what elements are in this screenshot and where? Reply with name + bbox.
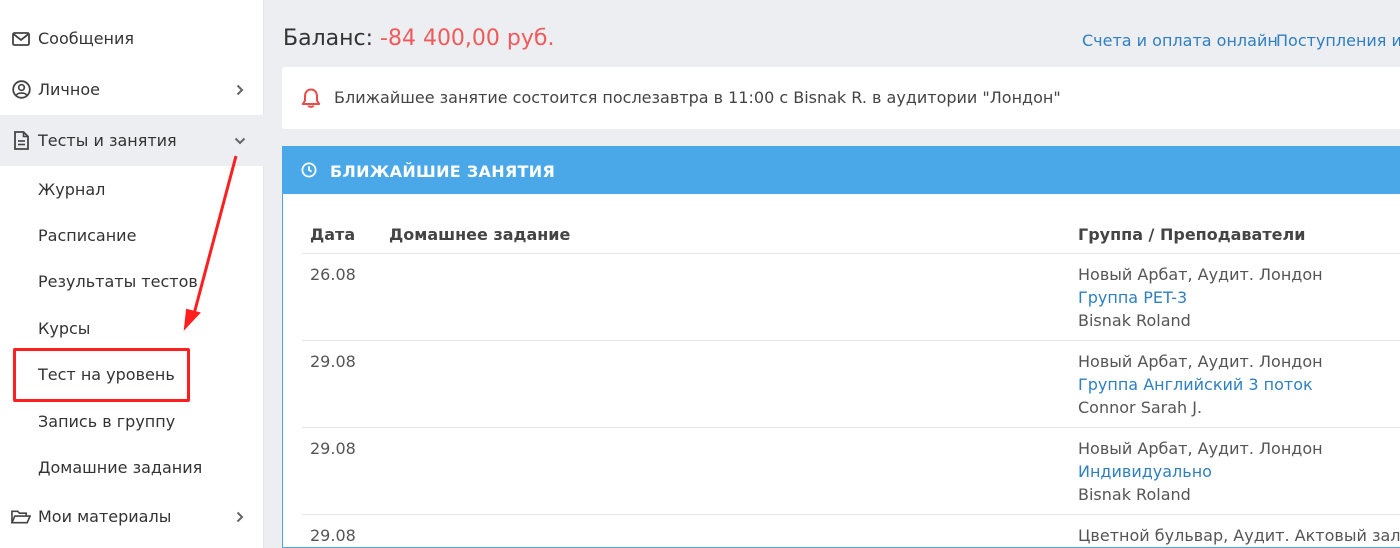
row-date: 29.08	[310, 439, 356, 458]
column-header-homework[interactable]: Домашнее задание	[389, 225, 570, 244]
table-divider	[302, 253, 1400, 254]
sidebar-subitem-label: Домашние задания	[38, 457, 203, 477]
envelope-icon	[11, 29, 31, 49]
sidebar-subitem-label: Курсы	[38, 318, 91, 338]
sidebar-subitem-label: Результаты тестов	[38, 271, 198, 291]
sidebar-item-label: Тесты и занятия	[38, 131, 177, 150]
sidebar-subitem-homework[interactable]: Домашние задания	[0, 444, 264, 490]
balance-amount: -84 400,00 руб.	[380, 26, 555, 51]
sidebar-subitem-label: Тест на уровень	[38, 364, 175, 384]
row-group-link[interactable]: Группа Английский 3 поток	[1078, 375, 1313, 394]
row-location: Новый Арбат, Аудит. Лондон	[1078, 439, 1323, 458]
row-teacher: Bisnak Roland	[1078, 485, 1191, 504]
panel-header: БЛИЖАЙШИЕ ЗАНЯТИЯ	[283, 147, 1400, 194]
folder-open-icon	[11, 507, 31, 527]
sidebar-subitem-journal[interactable]: Журнал	[0, 166, 264, 212]
bell-icon	[301, 88, 321, 108]
sidebar-item-personal[interactable]: Личное	[0, 64, 264, 115]
table-divider	[302, 514, 1400, 515]
row-group-link[interactable]: Индивидуально	[1078, 462, 1212, 481]
chevron-right-icon	[233, 510, 247, 524]
sidebar-item-messages[interactable]: Сообщения	[0, 13, 264, 64]
table-divider	[302, 340, 1400, 341]
document-icon	[11, 131, 31, 151]
receipts-link[interactable]: Поступления и с	[1276, 31, 1400, 50]
sidebar-subitem-group-enrollment[interactable]: Запись в группу	[0, 398, 264, 444]
sidebar: Сообщения Личное Тесты и занятия Журнал …	[0, 0, 264, 548]
sidebar-subitem-test-results[interactable]: Результаты тестов	[0, 258, 264, 304]
table-divider	[302, 427, 1400, 428]
column-header-date[interactable]: Дата	[310, 225, 355, 244]
sidebar-item-label: Личное	[38, 80, 100, 99]
panel-title: БЛИЖАЙШИЕ ЗАНЯТИЯ	[330, 162, 556, 181]
row-location: Новый Арбат, Аудит. Лондон	[1078, 352, 1323, 371]
row-group-link[interactable]: Группа PET-3	[1078, 288, 1187, 307]
sidebar-subitem-label: Журнал	[38, 179, 106, 199]
sidebar-subitem-label: Запись в группу	[38, 411, 176, 431]
chevron-down-icon	[233, 134, 247, 148]
balance-label: Баланс:	[283, 26, 374, 51]
row-teacher: Bisnak Roland	[1078, 311, 1191, 330]
row-date: 29.08	[310, 526, 356, 545]
sidebar-subitem-label: Расписание	[38, 225, 137, 245]
sidebar-item-label: Мои материалы	[38, 507, 172, 526]
sidebar-subitem-courses[interactable]: Курсы	[0, 305, 264, 351]
column-header-group[interactable]: Группа / Преподаватели	[1078, 225, 1305, 244]
sidebar-subitem-schedule[interactable]: Расписание	[0, 212, 264, 258]
row-location: Новый Арбат, Аудит. Лондон	[1078, 265, 1323, 284]
row-date: 26.08	[310, 265, 356, 284]
row-date: 29.08	[310, 352, 356, 371]
sidebar-item-label: Сообщения	[38, 29, 135, 48]
row-location: Цветной бульвар, Аудит. Актовый зал	[1078, 526, 1400, 545]
user-circle-icon	[11, 80, 31, 100]
balance: Баланс: -84 400,00 руб.	[283, 26, 554, 51]
sidebar-item-materials[interactable]: Мои материалы	[0, 491, 264, 542]
notice-text: Ближайшее занятие состоится послезавтра …	[334, 88, 1061, 107]
sidebar-subitem-level-test[interactable]: Тест на уровень	[0, 351, 264, 397]
clock-icon	[301, 162, 317, 178]
row-teacher: Connor Sarah J.	[1078, 398, 1203, 417]
invoices-link[interactable]: Счета и оплата онлайн	[1082, 31, 1278, 50]
chevron-right-icon	[233, 83, 247, 97]
sidebar-item-tests[interactable]: Тесты и занятия	[0, 115, 264, 166]
upcoming-lessons-panel: БЛИЖАЙШИЕ ЗАНЯТИЯ Дата Домашнее задание …	[282, 146, 1400, 548]
